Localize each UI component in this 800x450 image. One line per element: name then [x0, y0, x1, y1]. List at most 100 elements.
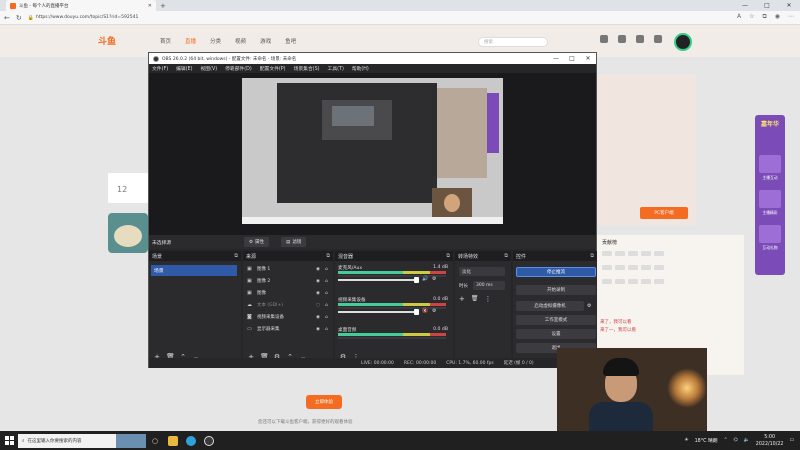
douyu-logo[interactable]: 斗鱼	[98, 34, 116, 47]
menu-tools[interactable]: 工具(T)	[328, 65, 344, 72]
tab-close-icon[interactable]: ✕	[148, 3, 152, 9]
source-row[interactable]: ▣ 图像 2 ◉ ⌂	[245, 275, 331, 287]
muted-speaker-icon[interactable]: 🔇	[422, 308, 428, 314]
add-transition-icon[interactable]: +	[459, 295, 465, 303]
close-button[interactable]: ✕	[778, 0, 800, 11]
settings-button[interactable]: 设置	[516, 329, 596, 339]
tray-expand-icon[interactable]: ⌃	[724, 438, 728, 443]
minimize-button[interactable]: —	[734, 0, 756, 11]
undock-icon[interactable]: ⧉	[326, 253, 330, 259]
side-promo-item[interactable]	[759, 190, 781, 208]
volume-slider[interactable]	[414, 277, 419, 283]
visibility-icon[interactable]: ◉	[316, 279, 322, 284]
undock-icon[interactable]: ⧉	[446, 253, 450, 259]
favorite-star-icon[interactable]: ☆	[749, 13, 754, 21]
gear-icon[interactable]: ⚙	[432, 308, 436, 314]
source-row[interactable]: ◙ 视频采集设备 ◉ ⌂	[245, 311, 331, 323]
source-row[interactable]: ▭ 显示器采集 ◉ ⌂	[245, 323, 331, 335]
undock-icon[interactable]: ⧉	[234, 253, 238, 259]
volume-slider[interactable]	[414, 309, 419, 315]
visibility-icon[interactable]: ◉	[316, 315, 322, 320]
side-promo-item[interactable]	[759, 155, 781, 173]
obs-minimize-button[interactable]: —	[548, 55, 564, 62]
more-menu-icon[interactable]: ⋯	[788, 13, 794, 21]
stop-streaming-button[interactable]: 停止推流	[516, 267, 596, 277]
menu-file[interactable]: 文件(F)	[152, 65, 168, 72]
undock-icon[interactable]: ⧉	[590, 253, 594, 259]
source-row[interactable]: ▣ 图像 ◉ ⌂	[245, 287, 331, 299]
visibility-icon[interactable]: ◉	[316, 327, 322, 332]
profile-icon[interactable]: ◉	[775, 13, 780, 21]
streamer-thumbnail[interactable]	[108, 213, 148, 253]
lock-icon[interactable]: ⌂	[325, 279, 331, 284]
nav-item-games[interactable]: 游戏	[260, 37, 271, 45]
read-aloud-icon[interactable]: A	[737, 13, 741, 21]
source-row[interactable]: ▣ 图像 1 ◉ ⌂	[245, 263, 331, 275]
obs-close-button[interactable]: ✕	[580, 55, 596, 62]
transition-menu-icon[interactable]: ⋮	[485, 295, 492, 303]
nav-item-category[interactable]: 分类	[210, 37, 221, 45]
menu-edit[interactable]: 编辑(E)	[176, 65, 192, 72]
lock-icon[interactable]: ⌂	[325, 267, 331, 272]
collections-icon[interactable]: ⧉	[762, 13, 766, 21]
start-virtual-camera-button[interactable]: 启动虚拟摄像机	[516, 301, 584, 311]
menu-docks[interactable]: 停靠部件(D)	[225, 65, 252, 72]
weather-icon[interactable]: ☀	[684, 438, 688, 443]
studio-mode-button[interactable]: 工作室模式	[516, 315, 596, 325]
speaker-icon[interactable]: 🔊	[422, 276, 428, 282]
volume-icon[interactable]: 🔈	[744, 438, 750, 443]
remove-transition-icon[interactable]: 🗑	[471, 295, 479, 303]
nav-item-home[interactable]: 首页	[160, 37, 171, 45]
explorer-icon[interactable]	[164, 431, 182, 450]
visibility-icon[interactable]: ◌	[316, 303, 322, 308]
network-icon[interactable]: ⌬	[734, 438, 738, 443]
lock-icon[interactable]: ⌂	[325, 291, 331, 296]
start-recording-button[interactable]: 开始录制	[516, 285, 596, 295]
nav-item-yuba[interactable]: 鱼吧	[285, 37, 296, 45]
visibility-icon[interactable]: ◉	[316, 267, 322, 272]
clock[interactable]: 5:00 2022/10/22	[756, 434, 784, 448]
nav-item-video[interactable]: 视频	[235, 37, 246, 45]
menu-profile[interactable]: 配置文件(P)	[260, 65, 286, 72]
new-tab-icon[interactable]: +	[160, 2, 166, 10]
edge-icon[interactable]	[182, 431, 200, 450]
gear-icon[interactable]: ⚙	[587, 303, 591, 309]
duration-input[interactable]: 300 ms	[473, 281, 505, 290]
lock-icon[interactable]: ⌂	[325, 315, 331, 320]
back-icon[interactable]: ←	[4, 14, 10, 22]
refresh-icon[interactable]: ↻	[16, 14, 22, 22]
history-icon[interactable]	[600, 35, 608, 43]
notification-icon[interactable]: ▭	[789, 438, 794, 443]
visibility-icon[interactable]: ◉	[316, 291, 322, 296]
menu-help[interactable]: 帮助(H)	[352, 65, 369, 72]
scene-item[interactable]: 场景	[151, 265, 237, 276]
gear-icon[interactable]: ⚙	[432, 276, 436, 282]
url-field[interactable]: 🔒 https://www.douyu.com/topic/S1?rid=592…	[28, 13, 238, 23]
nav-item-live[interactable]: 直播	[185, 37, 196, 45]
task-view-icon[interactable]: ○	[146, 431, 164, 450]
side-promo-item[interactable]	[759, 225, 781, 243]
windows-start-icon[interactable]	[0, 431, 18, 450]
lock-icon[interactable]: ⌂	[325, 303, 331, 308]
download-icon[interactable]	[654, 35, 662, 43]
properties-button[interactable]: ⚙ 属性	[244, 237, 270, 247]
obs-maximize-button[interactable]: □	[564, 55, 580, 62]
maximize-button[interactable]: □	[756, 0, 778, 11]
source-row[interactable]: ☁ 文本 (GDI+) ◌ ⌂	[245, 299, 331, 311]
experience-button[interactable]: 立即体验	[306, 395, 342, 409]
user-avatar[interactable]	[674, 33, 692, 51]
lock-icon[interactable]: ⌂	[325, 327, 331, 332]
pc-client-button[interactable]: PC客户端	[640, 207, 688, 219]
site-search-input[interactable]: 搜索	[478, 37, 548, 47]
taskbar-search[interactable]: ⌕ 在这里输入你要搜索的内容	[18, 433, 146, 448]
menu-scene-collection[interactable]: 场景集合(S)	[294, 65, 320, 72]
transition-select[interactable]: 淡化	[459, 267, 505, 276]
menu-view[interactable]: 视图(V)	[200, 65, 217, 72]
undock-icon[interactable]: ⧉	[504, 253, 508, 259]
browser-tab[interactable]: 斗鱼 - 每个人的直播平台 ✕	[6, 0, 156, 11]
obs-taskbar-icon[interactable]	[200, 431, 218, 450]
obs-preview[interactable]	[149, 73, 596, 235]
message-icon[interactable]	[636, 35, 644, 43]
follow-icon[interactable]	[618, 35, 626, 43]
side-promo[interactable]: 嘉年华 主播互动 主播精彩 互动礼物	[755, 115, 785, 275]
